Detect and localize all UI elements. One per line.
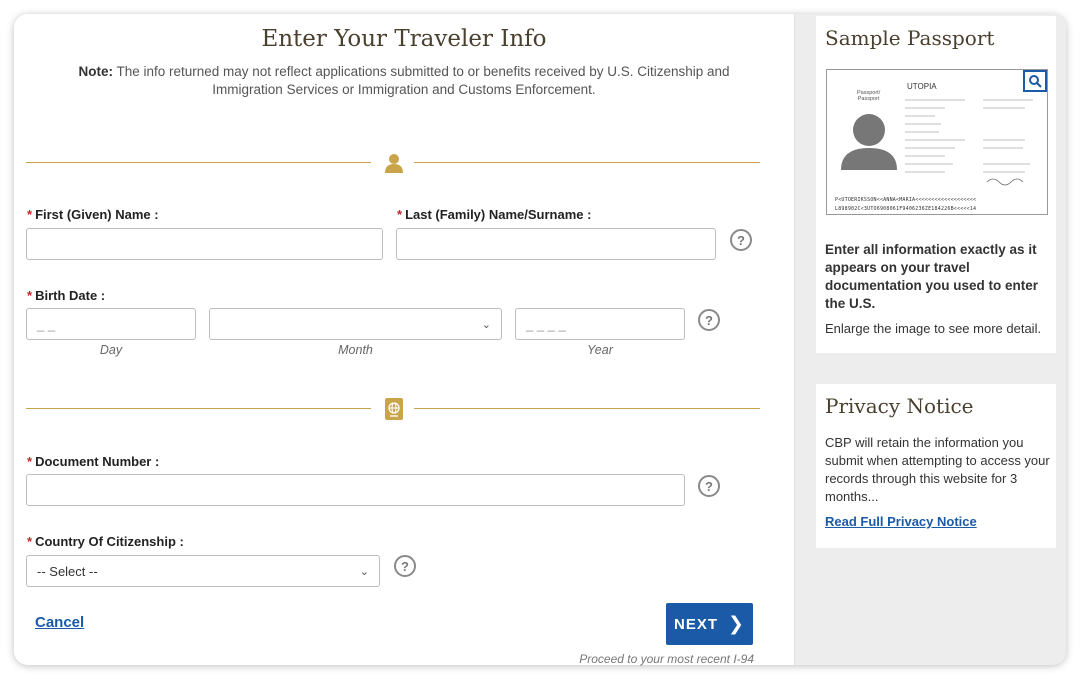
enlarge-text: Enlarge the image to see more detail. bbox=[825, 321, 1042, 336]
page-title: Enter Your Traveler Info bbox=[261, 26, 547, 52]
person-icon bbox=[383, 152, 405, 174]
read-privacy-notice-link[interactable]: Read Full Privacy Notice bbox=[825, 514, 977, 529]
birth-year-input[interactable]: _ _ _ _ bbox=[515, 308, 685, 340]
birth-date-help-icon[interactable]: ? bbox=[698, 309, 720, 331]
country-select[interactable]: -- Select -- ⌄ bbox=[26, 555, 380, 587]
note-text: The info returned may not reflect applic… bbox=[116, 64, 730, 97]
cancel-link[interactable]: Cancel bbox=[35, 614, 84, 631]
birth-day-input[interactable]: _ _ bbox=[26, 308, 196, 340]
day-caption: Day bbox=[99, 343, 123, 357]
passport-country: UTOPIA bbox=[907, 82, 937, 91]
next-button[interactable]: NEXT ❯ bbox=[666, 603, 753, 645]
form-note: Note: The info returned may not reflect … bbox=[54, 63, 754, 99]
last-name-input[interactable] bbox=[396, 228, 716, 260]
passport-mrz-line-1: P<UTOERIKSSON<<ANNA<MARIA<<<<<<<<<<<<<<<… bbox=[835, 197, 977, 203]
chevron-down-icon: ⌄ bbox=[481, 318, 491, 331]
passport-mrz-line-2: L898902C<3UTO6908061F9406236ZE184226B<<<… bbox=[835, 206, 977, 212]
country-label: * Country Of Citizenship : bbox=[27, 534, 184, 549]
document-number-label: * Document Number : bbox=[27, 454, 160, 469]
last-name-label: * Last (Family) Name/Surname : bbox=[397, 207, 592, 222]
document-number-help-icon[interactable]: ? bbox=[698, 475, 720, 497]
passport-doc-type: Passport/ Passport bbox=[857, 90, 881, 102]
passport-photo-silhouette bbox=[841, 114, 897, 170]
country-help-icon[interactable]: ? bbox=[394, 555, 416, 577]
section-divider-person bbox=[26, 152, 760, 174]
sample-instruction: Enter all information exactly as it appe… bbox=[825, 242, 1039, 311]
chevron-right-icon: ❯ bbox=[728, 613, 745, 635]
birth-month-select[interactable]: ⌄ bbox=[209, 308, 502, 340]
privacy-notice-card: Privacy Notice CBP will retain the infor… bbox=[816, 384, 1056, 548]
proceed-caption: Proceed to your most recent I-94 bbox=[579, 652, 754, 666]
sample-passport-image[interactable]: Passport/ Passport UTOPIA P<UTOERIKSSON<… bbox=[826, 69, 1048, 215]
first-name-input[interactable] bbox=[26, 228, 383, 260]
birth-date-label: * Birth Date : bbox=[27, 288, 106, 303]
chevron-down-icon: ⌄ bbox=[359, 565, 369, 578]
last-name-help-icon[interactable]: ? bbox=[730, 229, 752, 251]
month-caption: Month bbox=[338, 343, 373, 357]
magnify-icon[interactable] bbox=[1023, 70, 1047, 92]
first-name-label: * First (Given) Name : bbox=[27, 207, 159, 222]
year-caption: Year bbox=[587, 343, 613, 357]
section-divider-passport bbox=[26, 398, 760, 420]
privacy-notice-body: CBP will retain the information you subm… bbox=[825, 435, 1050, 504]
sample-passport-heading: Sample Passport bbox=[825, 26, 995, 50]
document-number-input[interactable] bbox=[26, 474, 685, 506]
privacy-notice-heading: Privacy Notice bbox=[825, 394, 974, 418]
note-label: Note: bbox=[78, 64, 113, 79]
passport-icon bbox=[383, 398, 405, 420]
passport-detail-lines bbox=[905, 99, 1033, 186]
